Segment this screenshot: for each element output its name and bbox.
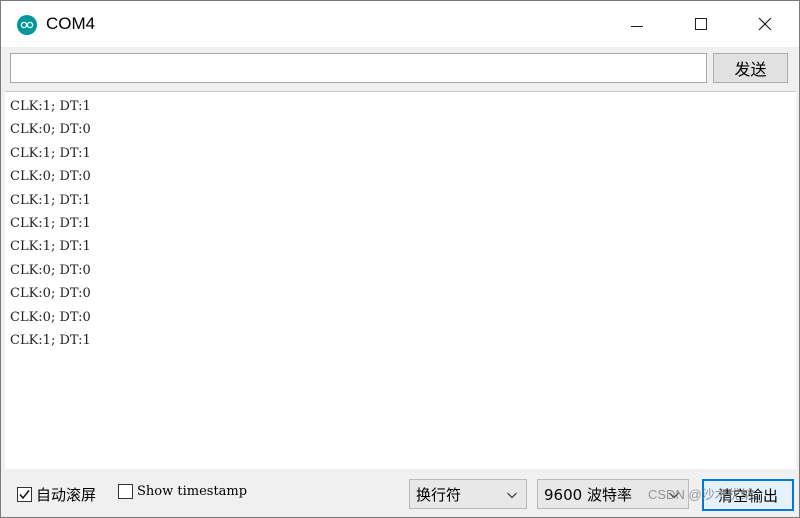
- minimize-icon: [631, 25, 643, 27]
- autoscroll-checkbox[interactable]: [17, 487, 32, 502]
- timestamp-label: Show timestamp: [137, 484, 248, 499]
- output-line: CLK:0; DT:0: [10, 286, 91, 302]
- close-button[interactable]: [733, 1, 797, 47]
- title-bar[interactable]: COM4: [1, 1, 799, 47]
- autoscroll-toggle[interactable]: 自动滚屏: [17, 484, 96, 505]
- output-line: CLK:1; DT:1: [10, 145, 91, 161]
- autoscroll-label: 自动滚屏: [36, 486, 97, 504]
- output-line: CLK:0; DT:0: [10, 122, 91, 138]
- output-line: CLK:1; DT:1: [10, 332, 91, 348]
- maximize-icon: [695, 18, 707, 30]
- output-line: CLK:1; DT:1: [10, 99, 91, 114]
- timestamp-checkbox[interactable]: [118, 484, 133, 499]
- csdn-watermark: CSDN @沙木优纳: [648, 487, 754, 502]
- timestamp-toggle[interactable]: Show timestamp: [118, 484, 247, 499]
- serial-output[interactable]: CLK:1; DT:1 CLK:0; DT:0 CLK:1; DT:1 CLK:0; …: [5, 91, 796, 469]
- send-button[interactable]: 发送: [713, 53, 788, 83]
- checkmark-icon: [19, 490, 30, 500]
- line-ending-value: 换行符: [416, 485, 462, 504]
- chevron-down-icon: [507, 492, 517, 499]
- close-icon: [758, 17, 772, 31]
- serial-monitor-window: COM4 发送 CLK:1; DT:1 CLK:0; DT:0 CLK:1; DT:…: [0, 0, 800, 518]
- arduino-logo-icon: [17, 15, 37, 35]
- output-line: CLK:1; DT:1: [10, 239, 91, 255]
- window-title: COM4: [46, 14, 96, 33]
- output-line: CLK:0; DT:0: [10, 262, 91, 278]
- maximize-button[interactable]: [669, 1, 733, 47]
- output-line: CLK:0; DT:0: [10, 169, 91, 185]
- line-ending-select[interactable]: 换行符: [409, 479, 527, 509]
- minimize-button[interactable]: [605, 1, 669, 47]
- output-line: CLK:1; DT:1: [10, 192, 91, 208]
- send-input[interactable]: [10, 53, 707, 83]
- output-line: CLK:0; DT:0: [10, 309, 91, 325]
- baud-rate-value: 9600 波特率: [544, 485, 632, 504]
- output-line: CLK:1; DT:1: [10, 215, 91, 231]
